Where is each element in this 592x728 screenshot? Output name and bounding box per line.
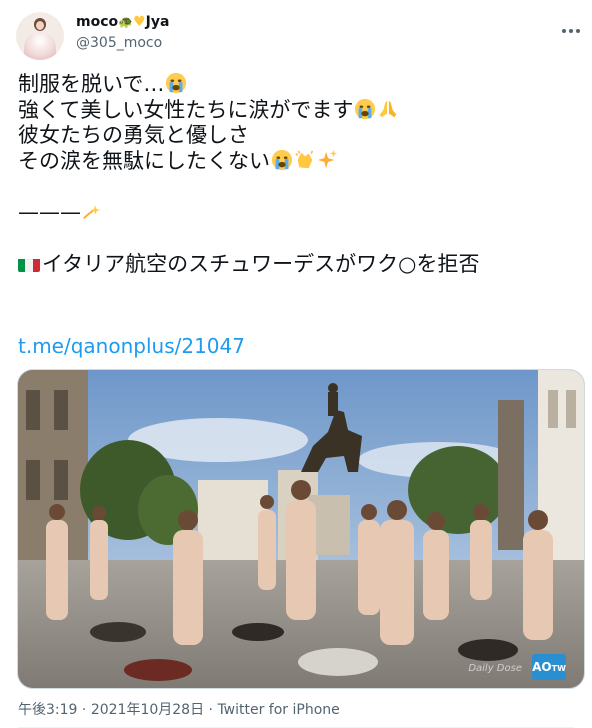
tweet-date: 2021年10月28日 bbox=[90, 702, 205, 718]
folded-hands-icon bbox=[380, 100, 397, 117]
video-thumbnail bbox=[18, 370, 584, 688]
more-options-icon[interactable] bbox=[560, 18, 582, 33]
tweet-text: 制服を脱いで… 強くて美しい女性たちに涙がでます 彼女たちの勇気と優しさ その涙… bbox=[18, 72, 574, 277]
crying-face-icon bbox=[355, 98, 376, 119]
tweet-media-video[interactable]: Daily Dose AOTW bbox=[17, 369, 585, 689]
watermark-small-text: TW bbox=[551, 664, 566, 673]
turtle-icon: 🐢 bbox=[118, 15, 134, 29]
tweet-line-5: イタリア航空のスチュワーデスがワク○を拒否 bbox=[42, 251, 480, 276]
italy-flag-icon bbox=[18, 256, 40, 272]
display-name[interactable]: moco🐢♥Jya bbox=[76, 13, 169, 31]
display-name-suffix: Jya bbox=[145, 14, 170, 30]
user-handle[interactable]: @305_moco bbox=[76, 34, 162, 52]
tweet-line-4: その涙を無駄にしたくない bbox=[18, 148, 270, 173]
clapping-hands-icon bbox=[295, 150, 313, 168]
tweet-line-1: 制服を脱いで… bbox=[18, 72, 165, 96]
tweet-link[interactable]: t.me/qanonplus/21047 bbox=[18, 334, 245, 358]
tweet-divider-line: ——— bbox=[18, 200, 81, 224]
sparkles-icon bbox=[317, 149, 338, 168]
tweet-time-link[interactable]: 午後3:19 · 2021年10月28日 bbox=[18, 702, 204, 718]
tweet-time: 午後3:19 bbox=[18, 702, 78, 718]
tweet-source-link[interactable]: Twitter for iPhone bbox=[217, 702, 339, 718]
tweet-line-2: 強くて美しい女性たちに涙がでます bbox=[18, 97, 354, 122]
meta-separator: · bbox=[208, 702, 213, 718]
tweet-line-3: 彼女たちの勇気と優しさ bbox=[18, 123, 249, 147]
meta-separator: · bbox=[81, 702, 87, 718]
crying-face-icon bbox=[166, 72, 187, 94]
watermark-text: AO bbox=[532, 660, 552, 674]
display-name-text: moco bbox=[76, 14, 119, 30]
crying-face-icon bbox=[271, 149, 293, 170]
tweet-meta: 午後3:19 · 2021年10月28日 · Twitter for iPhon… bbox=[18, 699, 340, 719]
yellow-heart-icon: ♥ bbox=[133, 14, 146, 30]
video-watermark: AOTW bbox=[532, 654, 566, 680]
video-overlay-text: Daily Dose bbox=[468, 663, 522, 674]
avatar[interactable] bbox=[16, 12, 64, 60]
dizzy-icon bbox=[83, 205, 101, 219]
